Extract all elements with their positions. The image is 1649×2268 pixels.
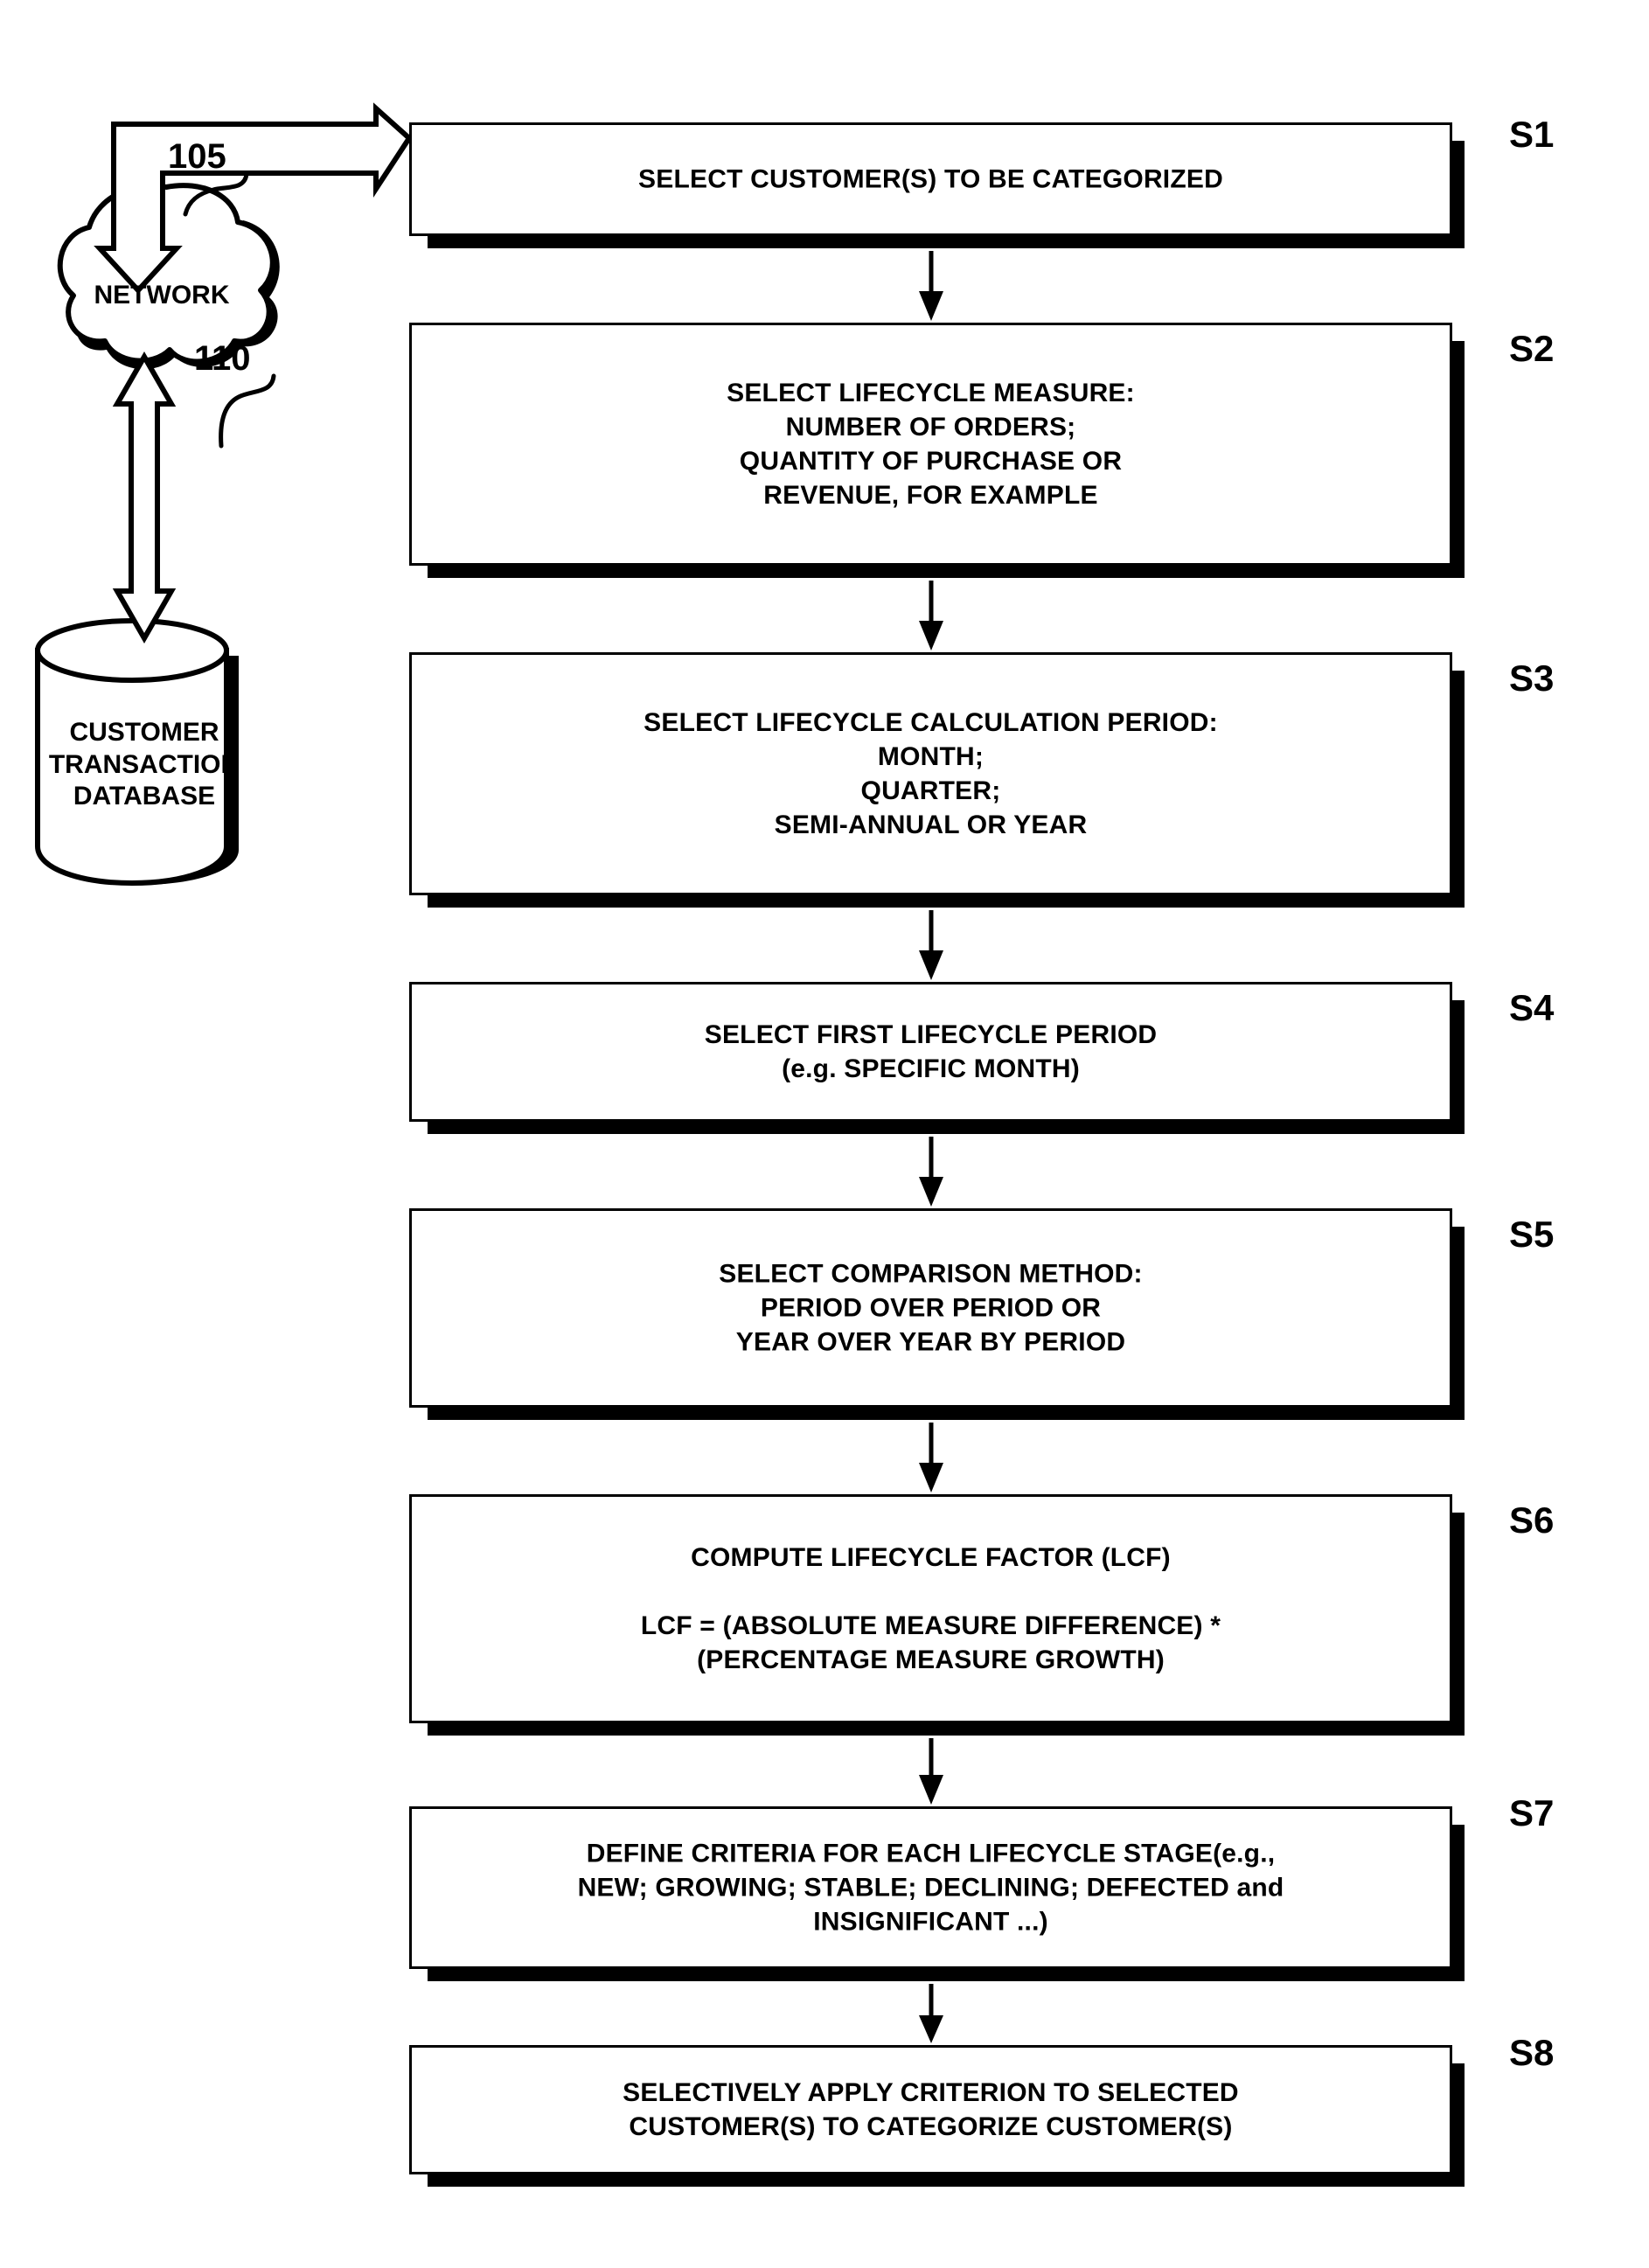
connector-s6-s7	[915, 1738, 948, 1806]
box-shadow-right	[1450, 1825, 1465, 1981]
step-text-s2: SELECT LIFECYCLE MEASURE: NUMBER OF ORDE…	[727, 379, 1135, 510]
step-text-s7: DEFINE CRITERIA FOR EACH LIFECYCLE STAGE…	[577, 1839, 1284, 1937]
box-shadow-bottom	[428, 1405, 1465, 1420]
step-label-s3: S3	[1509, 657, 1555, 699]
step-box-s2[interactable]: SELECT LIFECYCLE MEASURE: NUMBER OF ORDE…	[409, 323, 1465, 578]
box-shadow-bottom	[428, 233, 1465, 248]
network-database-bidirectional-arrow	[105, 351, 184, 644]
box-shadow-bottom	[428, 563, 1465, 578]
box-shadow-right	[1450, 1227, 1465, 1420]
box-shadow-bottom	[428, 1119, 1465, 1134]
patent-figure: NETWORK 105 CUSTOMER TRANSACTION DATABAS…	[0, 0, 1649, 2268]
step-box-s7[interactable]: DEFINE CRITERIA FOR EACH LIFECYCLE STAGE…	[409, 1806, 1465, 1981]
box-shadow-bottom	[428, 1721, 1465, 1736]
box-shadow-right	[1450, 2063, 1465, 2187]
box-shadow-bottom	[428, 2172, 1465, 2187]
box-shadow-right	[1450, 341, 1465, 578]
step-box-s1[interactable]: SELECT CUSTOMER(S) TO BE CATEGORIZED	[409, 122, 1465, 248]
box-shadow-bottom	[428, 1966, 1465, 1981]
connector-s3-s4	[915, 910, 948, 982]
box-shadow-bottom	[428, 893, 1465, 908]
step-text-s3: SELECT LIFECYCLE CALCULATION PERIOD: MON…	[644, 708, 1218, 839]
step-label-s4: S4	[1509, 987, 1555, 1028]
step-text-s1: SELECT CUSTOMER(S) TO BE CATEGORIZED	[638, 164, 1223, 194]
box-shadow-right	[1450, 671, 1465, 908]
connector-s2-s3	[915, 581, 948, 652]
step-box-s4[interactable]: SELECT FIRST LIFECYCLE PERIOD (e.g. SPEC…	[409, 982, 1465, 1134]
connector-s5-s6	[915, 1423, 948, 1494]
connector-s4-s5	[915, 1137, 948, 1208]
step-box-s6[interactable]: COMPUTE LIFECYCLE FACTOR (LCF) LCF = (AB…	[409, 1494, 1465, 1736]
step-text-s8: SELECTIVELY APPLY CRITERION TO SELECTED …	[623, 2078, 1239, 2141]
step-label-s5: S5	[1509, 1214, 1555, 1255]
ref-number-105: 105	[168, 137, 226, 176]
step-label-s7: S7	[1509, 1792, 1555, 1833]
step-text-s4: SELECT FIRST LIFECYCLE PERIOD (e.g. SPEC…	[704, 1020, 1158, 1083]
step-label-s2: S2	[1509, 328, 1555, 369]
leader-line-110	[179, 371, 280, 458]
step-text-s5: SELECT COMPARISON METHOD: PERIOD OVER PE…	[719, 1259, 1143, 1357]
step-box-s5[interactable]: SELECT COMPARISON METHOD: PERIOD OVER PE…	[409, 1208, 1465, 1420]
connector-s1-s2	[915, 251, 948, 323]
step-box-s3[interactable]: SELECT LIFECYCLE CALCULATION PERIOD: MON…	[409, 652, 1465, 908]
step-label-s8: S8	[1509, 2032, 1555, 2073]
network-to-step1-elbow-arrow	[94, 96, 413, 295]
step-label-s6: S6	[1509, 1499, 1555, 1541]
step-label-s1: S1	[1509, 114, 1555, 155]
box-shadow-right	[1450, 141, 1465, 248]
ref-number-110: 110	[194, 339, 251, 378]
database-label: CUSTOMER TRANSACTION DATABASE	[48, 718, 240, 811]
step-text-s6: COMPUTE LIFECYCLE FACTOR (LCF) LCF = (AB…	[640, 1543, 1221, 1674]
connector-s7-s8	[915, 1984, 948, 2045]
box-shadow-right	[1450, 1513, 1465, 1736]
box-shadow-right	[1450, 1000, 1465, 1134]
network-label: NETWORK	[94, 281, 230, 310]
step-box-s8[interactable]: SELECTIVELY APPLY CRITERION TO SELECTED …	[409, 2045, 1465, 2187]
